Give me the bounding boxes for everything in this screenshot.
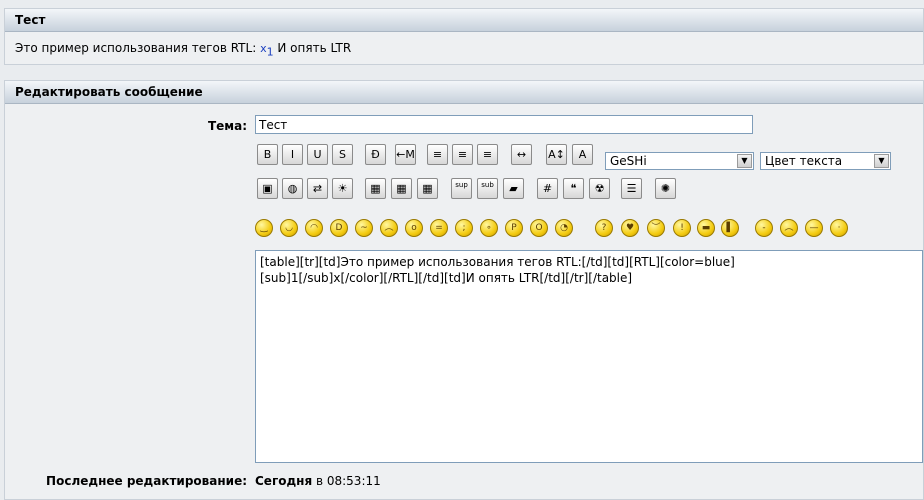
editor-panel: Редактировать сообщение Тема: Тест BIUSÐ… — [4, 80, 924, 500]
unhappy-icon[interactable]: ︵ — [780, 219, 798, 237]
font-color-button[interactable]: A — [572, 144, 593, 165]
align-left-button[interactable]: ≡ — [427, 144, 448, 165]
text-color-select-value: Цвет текста — [765, 154, 843, 168]
doubt-icon[interactable]: · — [830, 219, 848, 237]
tongue-icon[interactable]: P — [505, 219, 523, 237]
table-cell-button[interactable]: ▦ — [417, 178, 438, 199]
text-color-select[interactable]: Цвет текста ▼ — [760, 152, 891, 170]
rolleyes-icon[interactable]: ◔ — [555, 219, 573, 237]
sad-icon[interactable]: ︵ — [380, 219, 398, 237]
message-line-1: [table][tr][td]Это пример использования … — [260, 255, 735, 269]
chevron-down-icon: ▼ — [874, 154, 889, 168]
preview-body: Это пример использования тегов RTL: x1 И… — [5, 32, 923, 67]
subject-label: Тема: — [207, 119, 247, 133]
code-button[interactable]: ▰ — [503, 178, 524, 199]
ninja-icon[interactable]: ▬ — [697, 219, 715, 237]
email-button[interactable]: ⇄ — [307, 178, 328, 199]
geshi-select[interactable]: GeSHi ▼ — [605, 152, 754, 170]
message-textarea[interactable]: [table][tr][td]Это пример использования … — [255, 250, 923, 463]
image-button[interactable]: ▣ — [257, 178, 278, 199]
preview-title: Тест — [5, 9, 923, 32]
web-link-button[interactable]: ◍ — [282, 178, 303, 199]
hr-button[interactable]: ↔ — [511, 144, 532, 165]
preview-text-after: И опять LTR — [273, 41, 352, 55]
table-row-button[interactable]: ▦ — [391, 178, 412, 199]
biggrin-icon[interactable]: D — [330, 219, 348, 237]
list-button[interactable]: ☰ — [621, 178, 642, 199]
angry-icon[interactable]: ! — [673, 219, 691, 237]
geshi-select-value: GeSHi — [610, 154, 647, 168]
sub-button[interactable]: sub — [477, 178, 498, 199]
bold-button[interactable]: B — [257, 144, 278, 165]
rtl-button[interactable]: ←M — [395, 144, 416, 165]
love-icon[interactable]: ♥ — [621, 219, 639, 237]
font-size-button[interactable]: A↕ — [546, 144, 567, 165]
message-line-2: [sub]1[/sub]x[/color][/RTL][/td][td]И оп… — [260, 271, 633, 285]
italic-button[interactable]: I — [282, 144, 303, 165]
align-center-button[interactable]: ≡ — [452, 144, 473, 165]
table-button[interactable]: ▦ — [365, 178, 386, 199]
wink-icon[interactable]: ; — [455, 219, 473, 237]
bidi-button[interactable]: Ð — [365, 144, 386, 165]
quote-button[interactable]: ❝ — [563, 178, 584, 199]
shocked-icon[interactable]: O — [530, 219, 548, 237]
last-edit-value: Сегодня в 08:53:11 — [255, 474, 381, 488]
annoyed-icon[interactable]: ~ — [355, 219, 373, 237]
color-wheel-button[interactable]: ✺ — [655, 178, 676, 199]
editor-title: Редактировать сообщение — [5, 81, 923, 104]
subject-input[interactable]: Тест — [255, 115, 753, 134]
laugh-icon[interactable]: ◠ — [305, 219, 323, 237]
neutral-icon[interactable]: — — [805, 219, 823, 237]
preview-sub-index: 1 — [266, 45, 274, 59]
confused-icon[interactable]: ? — [595, 219, 613, 237]
grin-icon[interactable]: ◡ — [280, 219, 298, 237]
hash-button[interactable]: # — [537, 178, 558, 199]
sup-button[interactable]: sup — [451, 178, 472, 199]
preview-text-before: Это пример использования тегов RTL: — [15, 41, 261, 55]
surprised-icon[interactable]: o — [405, 219, 423, 237]
eyes-icon[interactable]: ∘ — [480, 219, 498, 237]
strike-button[interactable]: S — [332, 144, 353, 165]
align-right-button[interactable]: ≡ — [477, 144, 498, 165]
worried-icon[interactable]: ︶ — [647, 219, 665, 237]
last-edit-label: Последнее редактирование: — [46, 474, 247, 488]
last-edit-time: 08:53:11 — [326, 474, 381, 488]
preview-panel: Тест Это пример использования тегов RTL:… — [4, 8, 924, 65]
wall-icon[interactable]: ▌ — [721, 219, 739, 237]
smile-icon[interactable]: ‿ — [255, 219, 273, 237]
last-edit-day: Сегодня — [255, 474, 313, 488]
last-edit-in: в — [312, 474, 327, 488]
radioactive-button[interactable]: ☢ — [589, 178, 610, 199]
hmm-icon[interactable]: - — [755, 219, 773, 237]
underline-button[interactable]: U — [307, 144, 328, 165]
flash-button[interactable]: ☀ — [332, 178, 353, 199]
cool-icon[interactable]: = — [430, 219, 448, 237]
chevron-down-icon: ▼ — [737, 154, 752, 168]
